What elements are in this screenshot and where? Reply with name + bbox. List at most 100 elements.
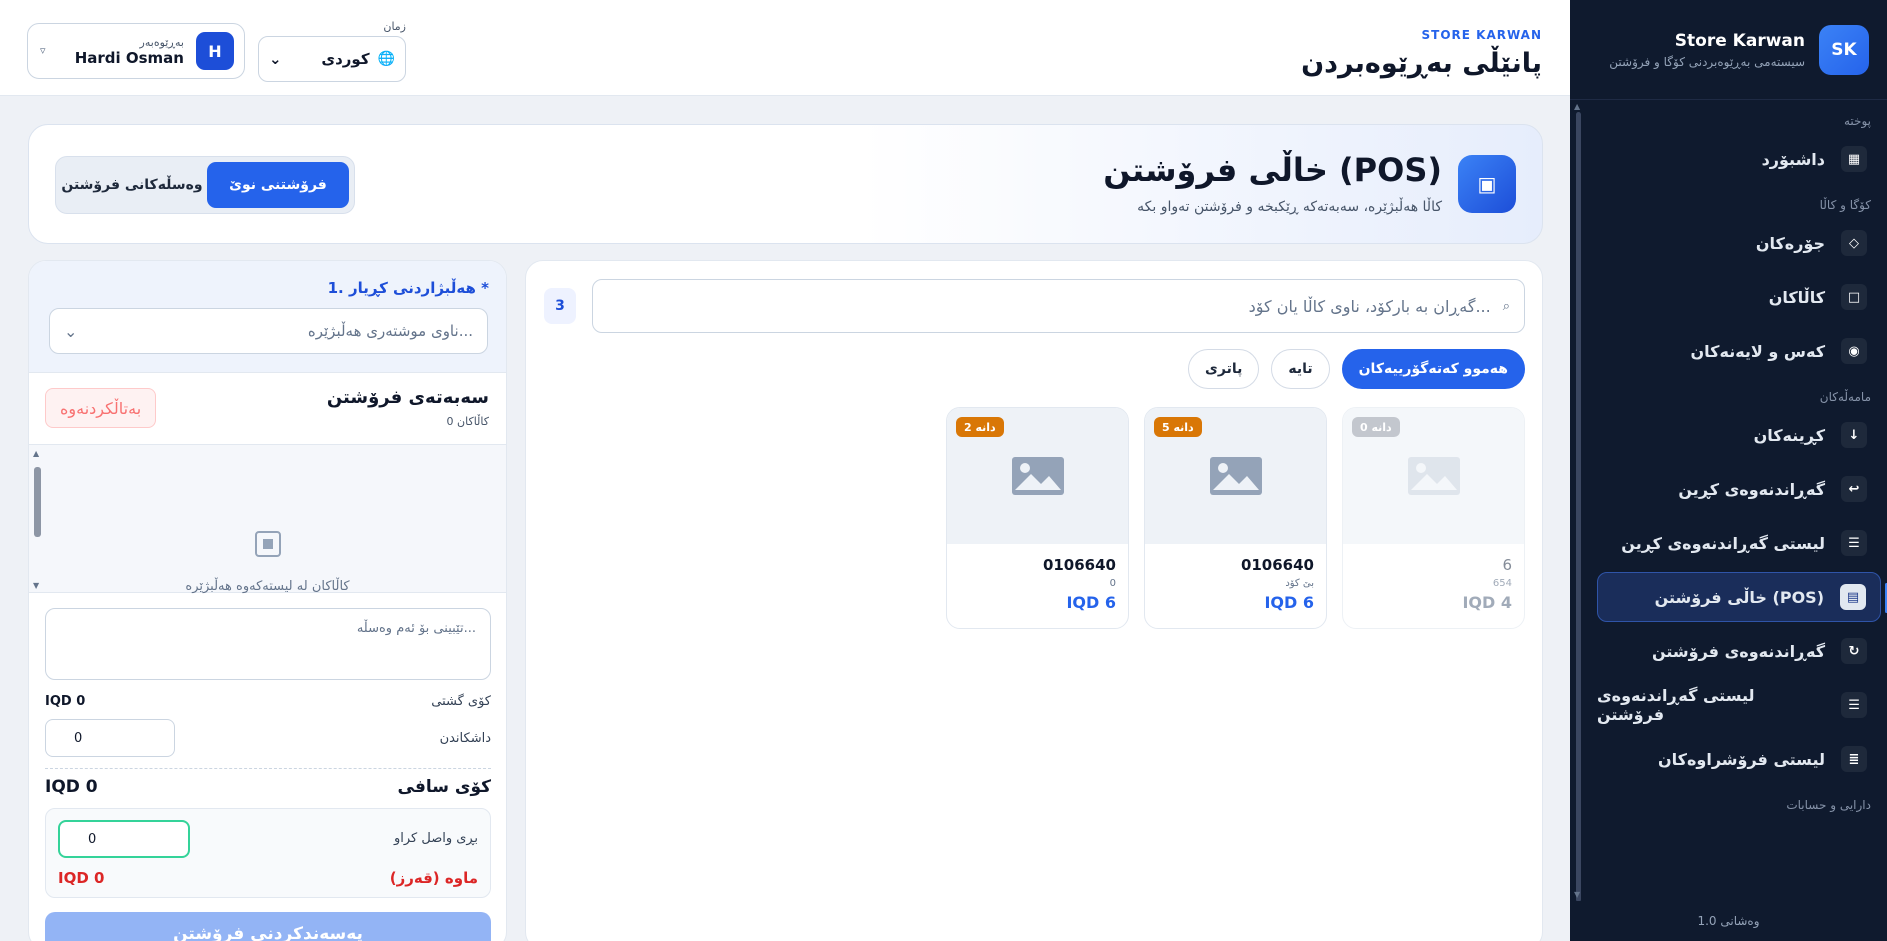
discount-label: داشکاندن xyxy=(439,730,491,746)
product-price: IQD 6 xyxy=(1066,593,1116,612)
receipt-note-textarea[interactable]: تێبینی بۆ ئەم وەسڵە... xyxy=(45,608,491,680)
customer-section: 1. هەڵبژاردنی کڕیار * ⌄ ناوی موشتەری هەڵ… xyxy=(29,261,506,373)
net-total-label: کۆی سافی xyxy=(397,777,491,797)
section-inventory: کۆگا و کاڵا xyxy=(1819,198,1871,212)
sidebar-nav: ▲ ▼ پوختە داشبۆرد ▦ کۆگا و کاڵا جۆرەکان … xyxy=(1570,100,1887,901)
product-code: 654 xyxy=(1492,578,1512,589)
avatar: H xyxy=(196,32,234,70)
refresh-icon: ↻ xyxy=(1841,638,1867,664)
globe-icon: 🌐 xyxy=(377,51,395,67)
sidebar-item-purchase-returns-list[interactable]: لیستی گەڕاندنەوەی کڕین ☰ xyxy=(1597,518,1881,568)
product-card[interactable]: 5 دانە 0106640 بێ کۆد IQD 6 xyxy=(1144,407,1327,629)
user-name: Hardi Osman xyxy=(74,48,184,67)
sidebar-item-purchases[interactable]: کڕینەکان ↓ xyxy=(1597,410,1881,460)
section-transactions: مامەڵەکان xyxy=(1819,390,1871,404)
brand-logo: SK xyxy=(1819,24,1869,75)
sidebar-scroll-thumb[interactable] xyxy=(1576,112,1581,901)
cart-title: سەبەتەی فرۆشتن xyxy=(326,387,489,408)
sidebar-item-categories[interactable]: جۆرەکان ◇ xyxy=(1597,218,1881,268)
language-dropdown[interactable]: ⌄ کوردی 🌐 xyxy=(258,36,406,82)
scroll-down-icon[interactable]: ▼ xyxy=(1574,890,1580,899)
mode-tabs: وەسڵەکانی فرۆشتن فرۆشتنی نوێ xyxy=(55,156,355,214)
sidebar-item-label: جۆرەکان xyxy=(1755,233,1825,253)
pos-icon: ▣ xyxy=(1458,155,1516,213)
brand-title: Store Karwan xyxy=(1674,30,1805,51)
tab-sales-receipts[interactable]: وەسڵەکانی فرۆشتن xyxy=(61,162,203,208)
sidebar-item-purchase-returns[interactable]: گەڕاندنەوەی کڕین ↩ xyxy=(1597,464,1881,514)
list-icon: ☰ xyxy=(1841,692,1867,718)
payment-box: 0 بڕی واصل کراو IQD 0 ماوە (قەرز) xyxy=(45,808,491,898)
product-price: IQD 4 xyxy=(1462,593,1512,612)
sidebar-item-pos[interactable]: خاڵی فرۆشتن (POS) ▤ xyxy=(1597,572,1887,622)
return-icon: ↩ xyxy=(1841,476,1867,502)
sidebar-item-products[interactable]: کاڵاکان □ xyxy=(1597,272,1881,322)
product-name: 6 xyxy=(1502,556,1512,574)
sidebar-item-parties[interactable]: کەس و لایەنەکان ◉ xyxy=(1597,326,1881,376)
product-card[interactable]: 2 دانە 0106640 0 IQD 6 xyxy=(946,407,1129,629)
arrow-down-icon: ↓ xyxy=(1841,422,1867,448)
customer-select[interactable]: ⌄ ناوی موشتەری هەڵبژێرە... xyxy=(49,308,488,354)
subtotal-value: IQD 0 xyxy=(45,694,86,709)
stock-badge: 5 دانە xyxy=(1154,417,1202,437)
lines-icon: ≣ xyxy=(1841,746,1867,772)
net-total-value: IQD 0 xyxy=(45,777,98,797)
top-bar: STORE KARWAN پانێڵی بەڕێوەبردن زمان ⌄ کو… xyxy=(0,0,1570,96)
section-assets: دارایی و حسابات xyxy=(1786,798,1871,812)
discount-input[interactable]: 0 xyxy=(45,719,175,757)
tab-new-sale[interactable]: فرۆشتنی نوێ xyxy=(207,162,349,208)
cart-panel: 1. هەڵبژاردنی کڕیار * ⌄ ناوی موشتەری هەڵ… xyxy=(28,260,507,941)
sidebar-item-sales-list[interactable]: لیستی فرۆشراوەکان ≣ xyxy=(1597,734,1881,784)
hero-title: خاڵی فرۆشتن (POS) xyxy=(1103,151,1442,189)
chip-batteries[interactable]: پاتری xyxy=(1188,349,1260,389)
user-menu[interactable]: ▿ بەڕێوەبەر Hardi Osman H xyxy=(27,23,245,79)
empty-cart-text: کاڵاکان لە لیستەکەوە هەڵبژێرە xyxy=(185,579,350,594)
due-value: IQD 0 xyxy=(58,869,105,887)
stock-badge: 0 دانە xyxy=(1352,417,1400,437)
search-placeholder: گەڕان بە بارکۆد، ناوی کاڵا یان کۆد... xyxy=(1248,296,1491,316)
header-title-group: STORE KARWAN پانێڵی بەڕێوەبردن xyxy=(1301,28,1542,79)
sidebar-item-label: کەس و لایەنەکان xyxy=(1690,341,1825,361)
sidebar-item-sales-returns-list[interactable]: لیستی گەڕاندنەوەی فرۆشتن ☰ xyxy=(1597,680,1881,730)
eye-icon: ◉ xyxy=(1841,338,1867,364)
page-title: پانێڵی بەڕێوەبردن xyxy=(1301,48,1542,79)
grid-icon: ▦ xyxy=(1841,146,1867,172)
net-total-row: IQD 0 کۆی سافی xyxy=(45,777,491,797)
chevron-down-icon: ⌄ xyxy=(269,50,282,68)
search-icon: ⌕ xyxy=(1502,298,1510,314)
cart-scrollbar[interactable]: ▲ ▼ xyxy=(33,449,41,590)
language-label: زمان xyxy=(383,20,406,33)
scroll-up-icon[interactable]: ▲ xyxy=(33,449,39,458)
chip-all-categories[interactable]: هەموو کەتەگۆرییەکان xyxy=(1341,349,1525,389)
cart-item-count: 0 کاڵاکان xyxy=(446,415,489,428)
confirm-sale-button[interactable]: پەسەندکردنی فرۆشتن xyxy=(45,912,491,941)
brand-subtitle: سیستەمی بەڕێوەبردنی کۆگا و فرۆشتن xyxy=(1609,54,1805,69)
sidebar-item-label: گەڕاندنەوەی کڕین xyxy=(1678,479,1825,499)
scroll-up-icon[interactable]: ▲ xyxy=(1574,102,1580,111)
sidebar-item-sales-returns[interactable]: گەڕاندنەوەی فرۆشتن ↻ xyxy=(1597,626,1881,676)
empty-cart-icon xyxy=(255,531,281,557)
product-card[interactable]: 0 دانە 6 654 IQD 4 xyxy=(1342,407,1525,629)
product-grid: 0 دانە 6 654 IQD 4 5 دانە 0106640 بێ کۆد… xyxy=(946,407,1525,629)
product-count-badge: 3 xyxy=(544,288,576,324)
cart-items-list: ▲ ▼ کاڵاکان لە لیستەکەوە هەڵبژێرە xyxy=(29,445,506,594)
diamond-icon: ◇ xyxy=(1841,230,1867,256)
hero-subtitle: کاڵا هەڵبژێرە، سەبەتەکە ڕێکبخە و فرۆشتن … xyxy=(1137,199,1442,215)
paid-amount-input[interactable]: 0 xyxy=(58,820,190,858)
customer-placeholder: ناوی موشتەری هەڵبژێرە... xyxy=(307,322,473,340)
pos-hero-card: ▣ خاڵی فرۆشتن (POS) کاڵا هەڵبژێرە، سەبەت… xyxy=(28,124,1543,244)
product-code: 0 xyxy=(1109,578,1116,589)
chip-tires[interactable]: تایە xyxy=(1271,349,1330,389)
category-chips: هەموو کەتەگۆرییەکان تایە پاتری xyxy=(1188,349,1525,389)
scroll-thumb[interactable] xyxy=(34,467,41,537)
paid-amount-label: بڕی واصل کراو xyxy=(393,831,478,846)
sidebar-item-label: داشبۆرد xyxy=(1761,149,1825,169)
stock-badge: 2 دانە xyxy=(956,417,1004,437)
product-price: IQD 6 xyxy=(1264,593,1314,612)
sidebar-item-label: گەڕاندنەوەی فرۆشتن xyxy=(1651,641,1825,661)
clear-cart-button[interactable]: بەتاڵکردنەوە xyxy=(45,388,157,428)
sidebar: Store Karwan سیستەمی بەڕێوەبردنی کۆگا و … xyxy=(1570,0,1887,941)
subtotal-row: IQD 0 کۆی گشتی xyxy=(45,694,491,709)
sidebar-item-label: لیستی گەڕاندنەوەی فرۆشتن xyxy=(1597,686,1755,724)
sidebar-item-dashboard[interactable]: داشبۆرد ▦ xyxy=(1597,134,1881,184)
product-search-input[interactable]: گەڕان بە بارکۆد، ناوی کاڵا یان کۆد... ⌕ xyxy=(592,279,1525,333)
